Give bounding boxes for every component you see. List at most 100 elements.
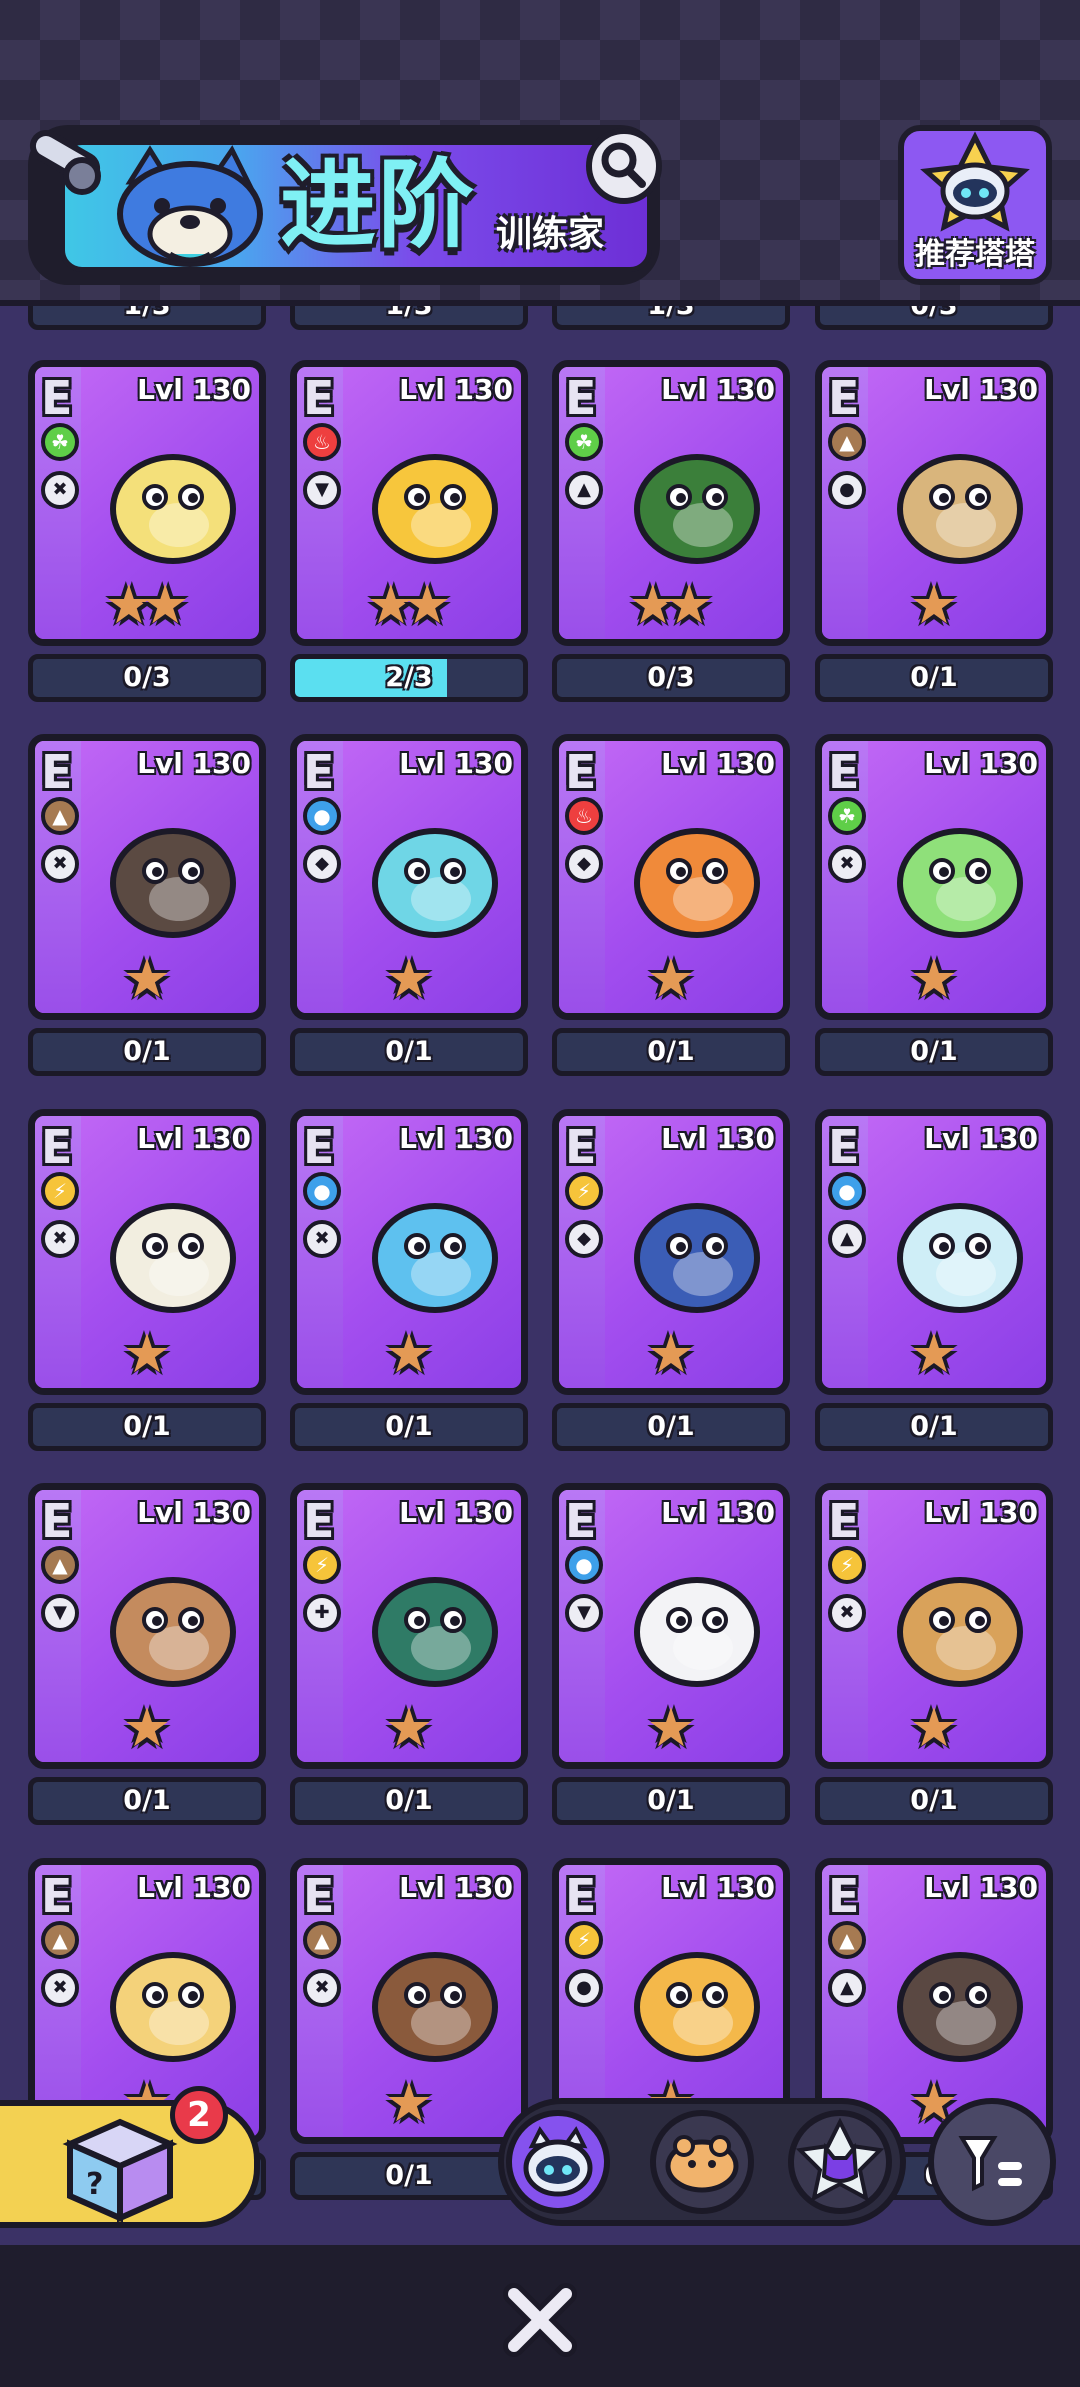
progress-text: 0/1 <box>123 1785 171 1816</box>
creature-card[interactable]: E Lvl 130 ♨ ◆ ★ <box>552 734 790 1020</box>
progress-bar: 0/1 <box>290 1403 528 1451</box>
level-label: Lvl 130 <box>661 1122 775 1155</box>
progress-bar: 0/1 <box>815 1777 1053 1825</box>
tab-badges[interactable] <box>788 2110 892 2214</box>
creature-card[interactable]: E Lvl 130 ▲ ● ★ <box>815 360 1053 646</box>
rarity-label: E <box>565 371 597 425</box>
star-rating: ★ <box>35 949 259 1013</box>
creature-card[interactable]: E Lvl 130 ⚡ ◆ ★ <box>552 1109 790 1395</box>
progress-bar: 0/1 <box>290 2152 528 2200</box>
creature-card[interactable]: E Lvl 130 ● ▼ ★ <box>552 1483 790 1769</box>
flask-role-icon: ▲ <box>565 471 603 509</box>
star-rating: ★ <box>822 1698 1046 1762</box>
flask-role-icon: ▲ <box>828 1220 866 1258</box>
caged-monkey-icon <box>897 1577 1023 1687</box>
progress-text: 0/1 <box>123 1036 171 1067</box>
progress-bar: 0/1 <box>28 1777 266 1825</box>
rarity-label: E <box>41 1869 73 1923</box>
search-button[interactable] <box>586 128 662 204</box>
shield-role-icon: ▼ <box>41 1594 79 1632</box>
mascot-dog-icon <box>117 145 263 267</box>
diamond-role-icon: ◆ <box>303 845 341 883</box>
filter-icon <box>958 2136 1022 2192</box>
level-label: Lvl 130 <box>661 1496 775 1529</box>
level-label: Lvl 130 <box>661 373 775 406</box>
shield-role-icon: ▼ <box>565 1594 603 1632</box>
page-title: 进阶 <box>280 149 476 261</box>
earth-element-icon: ▲ <box>303 1921 341 1959</box>
earth-element-icon: ▲ <box>828 423 866 461</box>
rarity-label: E <box>41 745 73 799</box>
progress-bar: 0/1 <box>552 1403 790 1451</box>
creature-card[interactable]: E Lvl 130 ☘ ✖ ★ <box>815 734 1053 1020</box>
creature-card[interactable]: E Lvl 130 ☘ ▲ ★★ <box>552 360 790 646</box>
progress-text: 0/1 <box>910 662 958 693</box>
earth-element-icon: ▲ <box>828 1921 866 1959</box>
fist-role-icon: ● <box>828 471 866 509</box>
rarity-label: E <box>41 1120 73 1174</box>
green-owl-icon <box>634 454 760 564</box>
progress-text: 0/1 <box>123 1411 171 1442</box>
creature-card[interactable]: E Lvl 130 ● ▲ ★ <box>815 1109 1053 1395</box>
star-rating: ★★ <box>35 575 259 639</box>
close-button[interactable] <box>490 2270 590 2370</box>
tadpole-cloud-icon <box>110 1203 236 1313</box>
rarity-label: E <box>303 371 335 425</box>
progress-text: 0/1 <box>647 1036 695 1067</box>
filter-button[interactable] <box>928 2098 1056 2226</box>
electric-element-icon: ⚡ <box>303 1546 341 1584</box>
creature-card[interactable]: E Lvl 130 ● ◆ ★ <box>290 734 528 1020</box>
creature-card[interactable]: E Lvl 130 ☘ ✖ ★★ <box>28 360 266 646</box>
creature-card[interactable]: E Lvl 130 ▲ ✖ ★ <box>28 734 266 1020</box>
level-label: Lvl 130 <box>399 1122 513 1155</box>
pin-role-icon: ✖ <box>303 1220 341 1258</box>
star-icon: ★ <box>646 1322 696 1385</box>
water-element-icon: ● <box>565 1546 603 1584</box>
pin-role-icon: ✖ <box>303 1969 341 2007</box>
star-icon: ★ <box>909 1322 959 1385</box>
progress-bar: 0/1 <box>552 1777 790 1825</box>
progress-bar: 2/3 <box>290 654 528 702</box>
pin-role-icon: ✖ <box>41 471 79 509</box>
creature-card[interactable]: E Lvl 130 ▲ ✖ ★ <box>290 1858 528 2144</box>
pin-role-icon: ✖ <box>41 1969 79 2007</box>
bun-icon <box>665 2135 739 2193</box>
robot-star-icon <box>920 131 1030 232</box>
level-label: Lvl 130 <box>137 1122 251 1155</box>
star-icon: ★ <box>384 947 434 1010</box>
rarity-label: E <box>303 1869 335 1923</box>
tab-food[interactable] <box>650 2110 754 2214</box>
creature-card[interactable]: E Lvl 130 ⚡ ✖ ★ <box>815 1483 1053 1769</box>
level-label: Lvl 130 <box>137 747 251 780</box>
level-label: Lvl 130 <box>137 1496 251 1529</box>
recommend-button[interactable]: 推荐塔塔 <box>898 125 1052 285</box>
level-label: Lvl 130 <box>661 1871 775 1904</box>
cross-role-icon: ✚ <box>303 1594 341 1632</box>
skull-fish-icon <box>897 1203 1023 1313</box>
grass-element-icon: ☘ <box>565 423 603 461</box>
creature-card[interactable]: E Lvl 130 ● ✖ ★ <box>290 1109 528 1395</box>
creature-card[interactable]: E Lvl 130 ⚡ ✚ ★ <box>290 1483 528 1769</box>
tab-creatures[interactable] <box>506 2110 610 2214</box>
robot-face-icon <box>523 2126 593 2197</box>
progress-text: 2/3 <box>385 662 433 693</box>
grass-element-icon: ☘ <box>828 797 866 835</box>
chameleon-icon <box>372 828 498 938</box>
creature-card[interactable]: E Lvl 130 ⚡ ✖ ★ <box>28 1109 266 1395</box>
search-icon <box>601 142 646 188</box>
level-label: Lvl 130 <box>924 1122 1038 1155</box>
polar-bear-icon <box>634 1577 760 1687</box>
level-label: Lvl 130 <box>137 1871 251 1904</box>
star-icon: ★ <box>384 2071 434 2134</box>
progress-text: 0/1 <box>385 1785 433 1816</box>
star-rating: ★ <box>822 575 1046 639</box>
fist-role-icon: ● <box>565 1969 603 2007</box>
star-rating: ★ <box>297 949 521 1013</box>
creature-card[interactable]: E Lvl 130 ♨ ▼ ★★ <box>290 360 528 646</box>
progress-text: 0/1 <box>910 1411 958 1442</box>
raccoon-snail-icon <box>110 1952 236 2062</box>
tiger-icon <box>634 828 760 938</box>
star-icon: ★ <box>646 947 696 1010</box>
cat-star-icon <box>795 2117 885 2202</box>
creature-card[interactable]: E Lvl 130 ▲ ▼ ★ <box>28 1483 266 1769</box>
